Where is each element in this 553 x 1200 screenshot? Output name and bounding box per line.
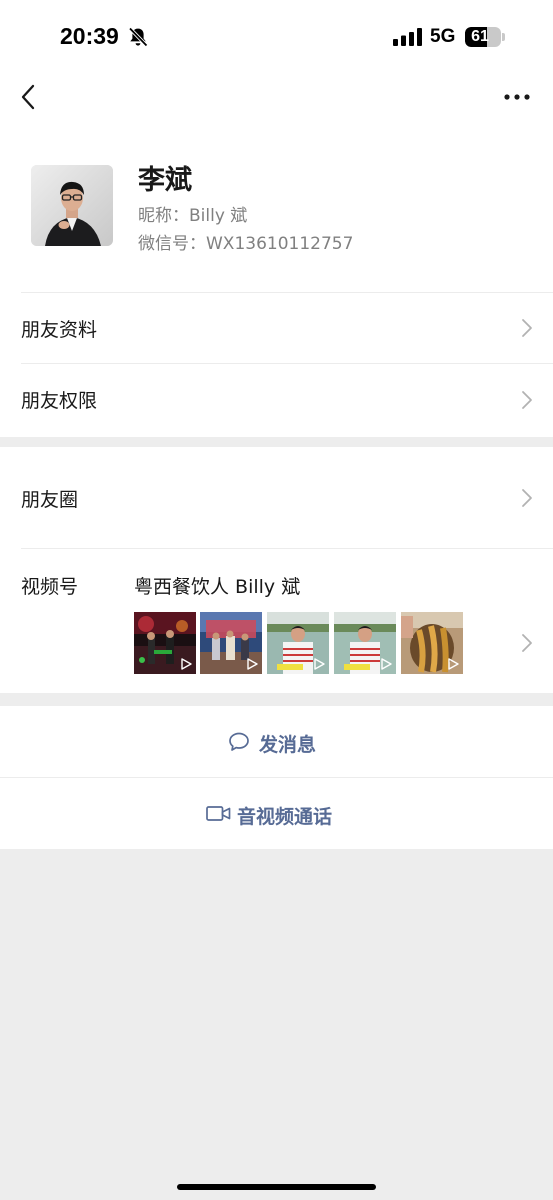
chevron-right-icon — [522, 391, 532, 409]
channel-video-thumbnail[interactable] — [200, 612, 262, 674]
contact-nickname: 昵称：Billy 斌 — [138, 206, 248, 226]
video-call-button[interactable]: 音视频通话 — [0, 778, 553, 849]
contact-name: 李斌 — [138, 165, 192, 196]
send-message-label: 发消息 — [259, 734, 317, 756]
contact-wechat-id: 微信号：WX13610112757 — [138, 234, 354, 254]
play-icon — [381, 658, 392, 670]
play-icon — [314, 658, 325, 670]
video-camera-icon — [206, 806, 231, 821]
status-time: 20:39 — [60, 23, 119, 49]
channel-video-thumbnail[interactable] — [334, 612, 396, 674]
chevron-right-icon — [522, 634, 532, 652]
play-icon — [448, 658, 459, 670]
battery-indicator: 61 — [465, 27, 501, 47]
menu-item-friend-permissions[interactable]: 朋友权限 — [0, 364, 553, 435]
back-button[interactable] — [14, 82, 44, 112]
channel-video-thumbnail[interactable] — [401, 612, 463, 674]
channels-name: 粤西餐饮人 Billy 斌 — [134, 576, 301, 598]
menu-item-label: 朋友圈 — [21, 489, 79, 511]
battery-cap — [502, 33, 505, 41]
more-button[interactable] — [500, 86, 534, 108]
home-indicator[interactable] — [177, 1184, 376, 1190]
channel-video-thumbnail[interactable] — [134, 612, 196, 674]
chat-bubble-icon — [229, 732, 249, 751]
play-icon — [247, 658, 258, 670]
play-icon — [181, 658, 192, 670]
video-call-label: 音视频通话 — [237, 806, 333, 828]
cellular-signal-icon — [393, 28, 422, 46]
menu-item-label: 朋友权限 — [21, 390, 98, 412]
menu-item-friend-profile[interactable]: 朋友资料 — [0, 293, 553, 364]
chevron-right-icon — [522, 319, 532, 337]
status-bar: 20:39 5G 61 — [0, 0, 553, 72]
bell-slash-icon — [128, 27, 148, 47]
chevron-right-icon — [522, 489, 532, 507]
channels-label: 视频号 — [21, 576, 79, 598]
avatar[interactable] — [31, 165, 113, 246]
menu-item-label: 朋友资料 — [21, 319, 98, 341]
channel-video-thumbnail[interactable] — [267, 612, 329, 674]
menu-item-moments[interactable]: 朋友圈 — [0, 463, 553, 534]
battery-level: 61 — [471, 28, 489, 45]
network-type: 5G — [430, 26, 456, 47]
send-message-button[interactable]: 发消息 — [0, 706, 553, 777]
